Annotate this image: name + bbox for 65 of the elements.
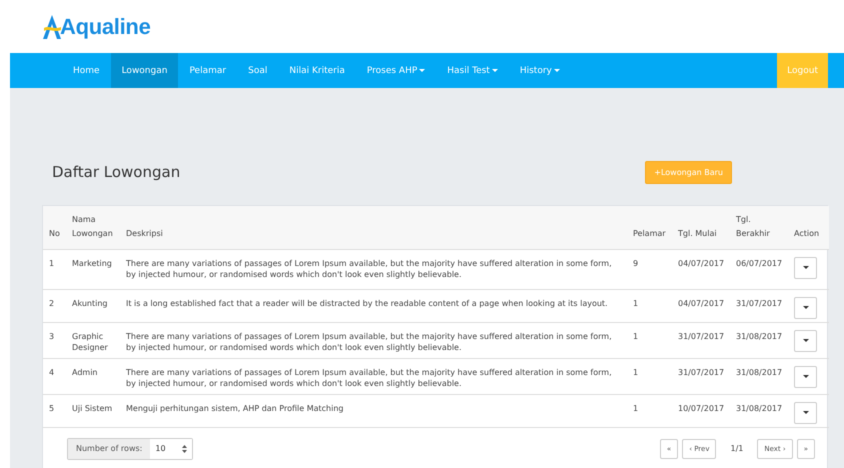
table-cell: 04/07/2017 [678,298,724,308]
updown-icon [182,444,188,452]
table-cell: 3 [49,332,54,340]
table-cell: Akunting [72,298,108,308]
table-cell: 2 [49,298,54,308]
table-cell: 31/08/2017 [736,404,782,412]
nav-item[interactable]: Soal [237,53,278,88]
table-cell: 31/07/2017 [678,368,724,376]
caret-icon [802,338,808,342]
nav-item[interactable]: Nilai Kriteria [278,53,356,88]
caret-icon [802,374,808,378]
page-title: Daftar Lowongan [52,163,180,181]
table-cell: There are many variations of passages of Lorem Ipsum available, but the majority have suffered alteration in some form, by injected humour, or randomised words which don't look even slightly believable. [126,258,612,280]
caret-icon [802,306,808,310]
logo-icon [42,14,62,40]
action-dropdown-button[interactable] [794,256,817,278]
table-cell: Marketing [72,258,112,268]
table-cell: 31/07/2017 [678,332,724,340]
column-header: Lowongan [72,228,113,238]
logo-text: Aqualine [60,14,150,40]
table-cell: 10/07/2017 [678,404,724,412]
table-cell: There are many variations of passages of Lorem Ipsum available, but the majority have suffered alteration in some form, by injected humour, or randomised words which don't look even slightly believable. [126,332,612,352]
table-cell: 31/08/2017 [736,332,782,340]
column-header: No [49,228,60,238]
action-dropdown-button[interactable] [794,330,817,352]
nav-item[interactable]: Pelamar [178,53,238,88]
table-cell: 4 [49,368,54,376]
nav-item[interactable]: Home [62,53,111,88]
action-dropdown-button[interactable] [794,296,817,318]
add-vacancy-button[interactable]: +Lowongan Baru [645,160,732,184]
caret-icon [802,410,808,414]
column-header: Tgl. Mulai [678,228,717,238]
table-cell: 06/07/2017 [736,258,782,268]
page-indicator: 1/1 [729,444,744,453]
table-cell: There are many variations of passages of Lorem Ipsum available, but the majority have suffered alteration in some form, by injected humour, or randomised words which don't look even slightly believable. [126,368,612,388]
table-cell: 31/07/2017 [736,298,782,308]
table-cell: Uji Sistem [72,404,112,412]
nav-item[interactable]: Lowongan [110,53,178,88]
table-cell: 1 [633,368,638,376]
table-cell: 1 [49,258,54,268]
table-cell: 5 [49,404,54,412]
nav-item[interactable]: History [508,53,571,88]
table-cell: 9 [633,258,638,268]
table-cell: Menguji perhitungan sistem, AHP dan Profile Matching [126,404,344,412]
table-cell: 1 [633,332,638,340]
column-header: Pelamar [633,228,666,238]
table-cell: 1 [633,298,638,308]
table-cell: 1 [633,404,638,412]
column-header: Nama [72,215,96,224]
table-cell: Admin [72,368,98,376]
column-header: Deskripsi [126,228,163,238]
nav-item[interactable]: Proses AHP [356,53,436,88]
logout-button[interactable]: Logout [777,53,828,88]
table-cell: It is a long established fact that a reader will be distracted by the readable content of a page when looking at its layout. [126,298,608,308]
column-header: Action [794,228,820,238]
column-header: Tgl. [736,215,751,224]
action-dropdown-button[interactable] [794,366,817,388]
caret-icon [802,266,808,270]
action-dropdown-button[interactable] [794,402,817,424]
nav-item[interactable]: Hasil Test [436,53,509,88]
table-cell: 31/08/2017 [736,368,782,376]
rows-per-page-select[interactable]: Number of rows: 10 [67,438,194,460]
table-cell: 04/07/2017 [678,258,724,268]
column-header: Berakhir [736,228,770,238]
table-cell: Graphic Designer [72,332,108,352]
